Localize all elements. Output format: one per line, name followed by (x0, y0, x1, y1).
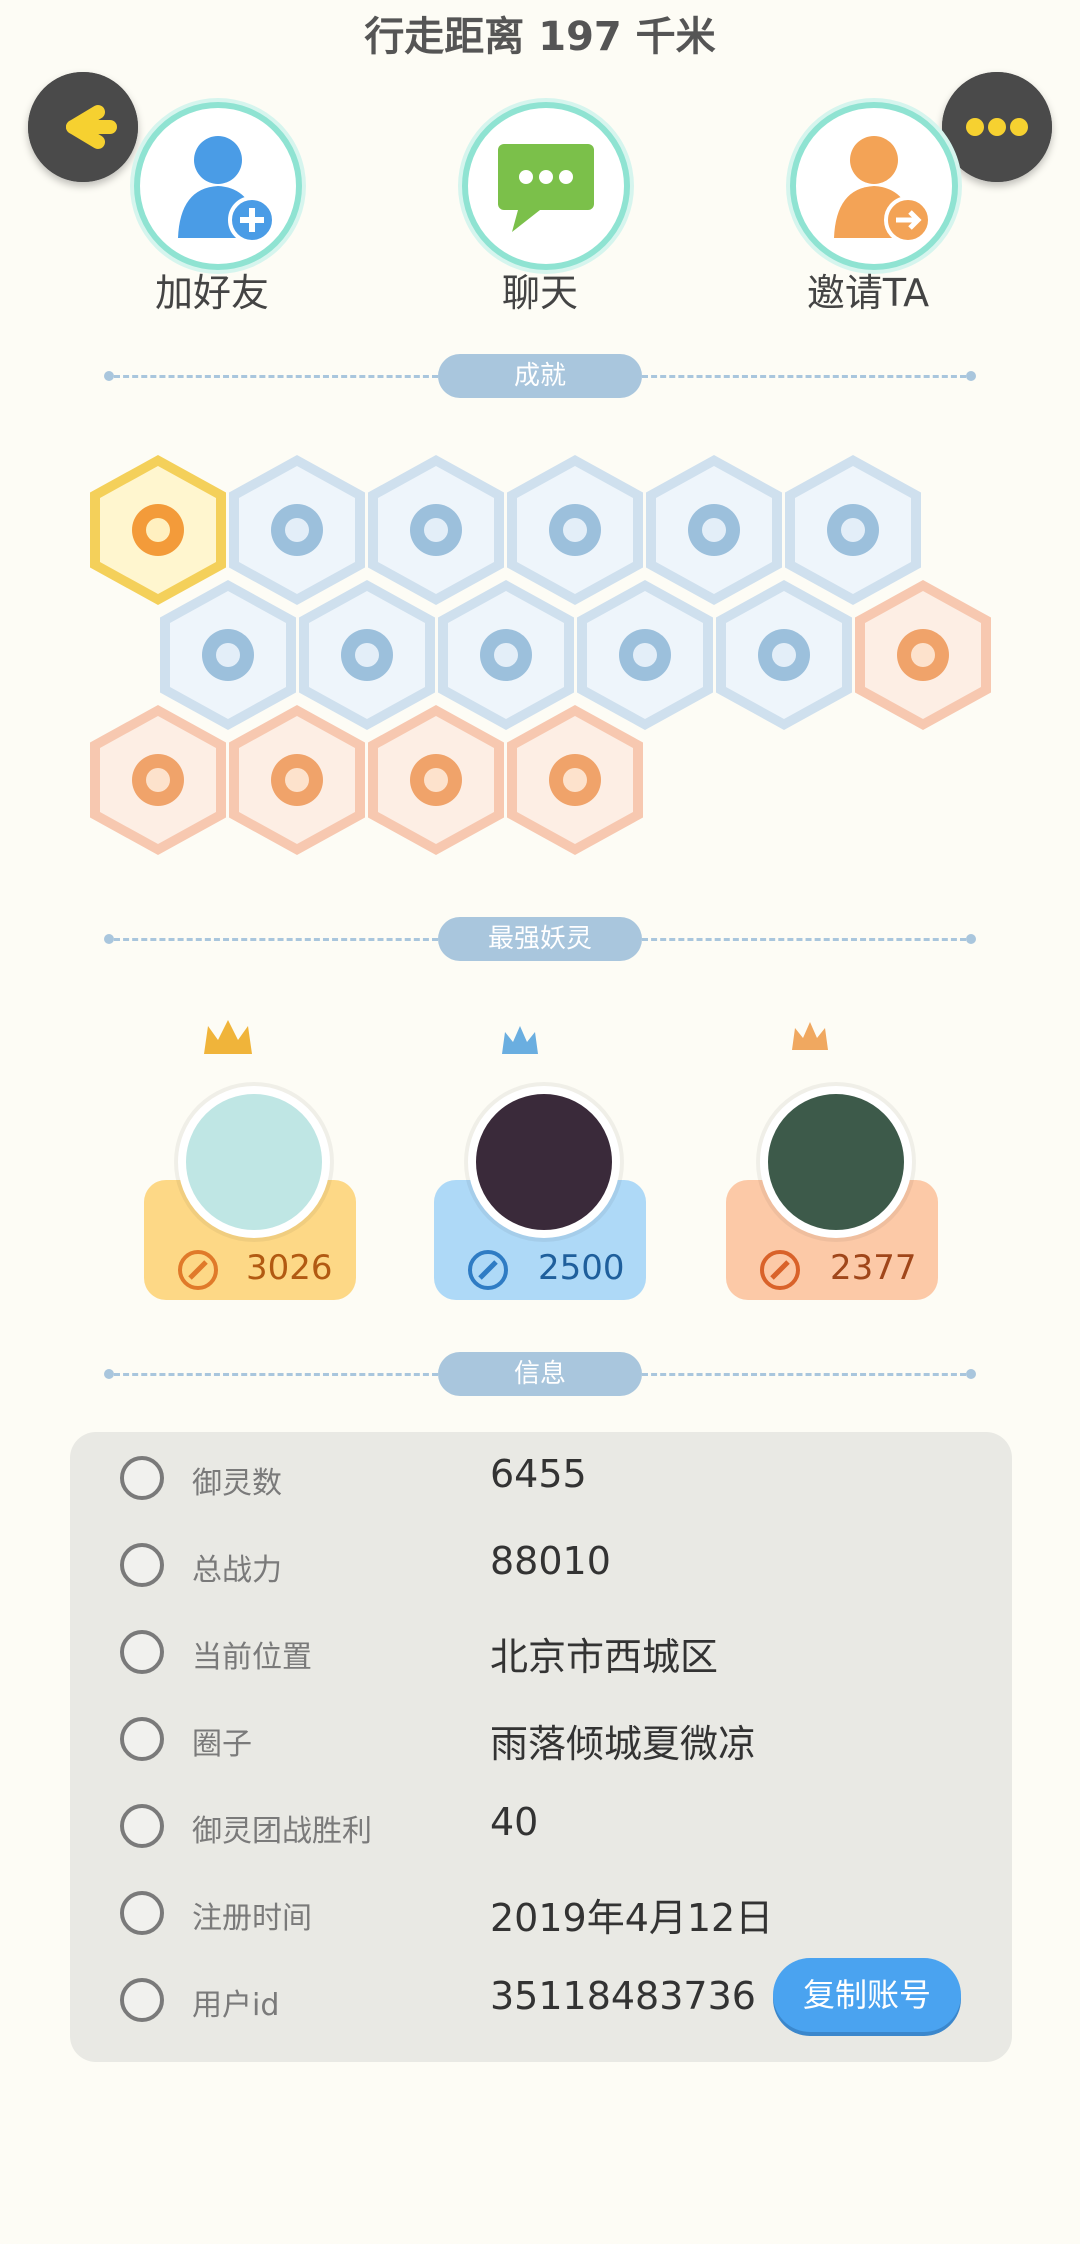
achievement-hexagon (507, 705, 643, 855)
chat-button[interactable] (462, 102, 630, 270)
spirit-power: 3026 (246, 1248, 333, 1288)
more-dots-icon (942, 72, 1052, 182)
user-id-icon (120, 1978, 164, 2022)
distance-title: 行走距离 197 千米 (364, 14, 716, 60)
info-section-title: 信息 (438, 1352, 642, 1396)
achievement-emblem-icon (758, 629, 810, 681)
invite-label: 邀请TA (806, 271, 930, 315)
back-arrow-icon (28, 72, 138, 182)
section-dot (104, 1369, 114, 1379)
power-icon (120, 1543, 164, 1587)
achievement-emblem-icon (827, 504, 879, 556)
achievement-emblem-icon (410, 754, 462, 806)
invite-button[interactable] (790, 102, 958, 270)
achievement-emblem-icon (132, 504, 184, 556)
spirit-power: 2500 (538, 1248, 625, 1288)
yuling-icon (120, 1456, 164, 1500)
copy-account-button[interactable]: 复制账号 (773, 1958, 961, 2032)
spirit-power: 2377 (830, 1248, 917, 1288)
location-icon (120, 1630, 164, 1674)
achievement-emblem-icon (619, 629, 671, 681)
info-value: 35118483736 (490, 1974, 756, 2018)
section-divider (642, 1373, 966, 1376)
crown-icon (204, 1020, 252, 1054)
section-divider (642, 938, 966, 941)
achievement-hexagon (229, 705, 365, 855)
back-button[interactable] (28, 72, 138, 182)
section-divider (642, 375, 966, 378)
add-friend-label: 加好友 (154, 271, 269, 315)
spirit-avatar[interactable] (178, 1086, 330, 1238)
achievement-badge[interactable] (368, 705, 504, 855)
section-dot (104, 934, 114, 944)
chat-icon (498, 144, 594, 232)
section-dot (966, 1369, 976, 1379)
info-label: 御灵数 (192, 1466, 282, 1501)
info-label: 圈子 (192, 1727, 252, 1762)
achievement-emblem-icon (897, 629, 949, 681)
team-battle-icon (120, 1804, 164, 1848)
achievement-hexagon (368, 705, 504, 855)
achievement-badge[interactable] (90, 705, 226, 855)
achievement-emblem-icon (410, 504, 462, 556)
info-label: 总战力 (192, 1553, 282, 1588)
section-dot (966, 371, 976, 381)
info-value: 雨落倾城夏微凉 (490, 1722, 757, 1766)
info-value: 88010 (490, 1539, 611, 1583)
info-value: 6455 (490, 1452, 587, 1496)
circle-icon (120, 1717, 164, 1761)
achievement-badge[interactable] (855, 580, 991, 730)
strongest-section-title: 最强妖灵 (438, 917, 642, 961)
clock-icon (120, 1891, 164, 1935)
section-divider (114, 375, 438, 378)
add-friend-button[interactable] (134, 102, 302, 270)
info-value: 2019年4月12日 (490, 1896, 774, 1940)
achievements-section-title: 成就 (438, 354, 642, 398)
achievement-hexagon (90, 705, 226, 855)
info-label: 注册时间 (192, 1901, 312, 1936)
power-icon (178, 1250, 218, 1290)
achievement-emblem-icon (480, 629, 532, 681)
info-label: 御灵团战胜利 (192, 1814, 372, 1849)
crown-icon (502, 1026, 538, 1054)
achievement-emblem-icon (271, 754, 323, 806)
achievement-emblem-icon (549, 504, 601, 556)
achievement-emblem-icon (271, 504, 323, 556)
power-icon (468, 1250, 508, 1290)
info-label: 用户id (192, 1988, 280, 2023)
section-divider (114, 938, 438, 941)
add-friend-icon (178, 136, 276, 244)
section-divider (114, 1373, 438, 1376)
info-label: 当前位置 (192, 1640, 312, 1675)
achievement-emblem-icon (341, 629, 393, 681)
info-value: 北京市西城区 (490, 1635, 719, 1679)
section-dot (966, 934, 976, 944)
achievement-badge[interactable] (716, 580, 852, 730)
achievement-emblem-icon (549, 754, 601, 806)
more-button[interactable] (942, 72, 1052, 182)
spirit-avatar[interactable] (468, 1086, 620, 1238)
achievement-badge[interactable] (229, 705, 365, 855)
achievement-hexagon (855, 580, 991, 730)
invite-icon (834, 136, 932, 244)
chat-label: 聊天 (501, 271, 578, 315)
achievement-emblem-icon (688, 504, 740, 556)
section-dot (104, 371, 114, 381)
power-icon (760, 1250, 800, 1290)
crown-icon (792, 1022, 828, 1050)
achievement-badge[interactable] (507, 705, 643, 855)
spirit-avatar[interactable] (760, 1086, 912, 1238)
achievement-hexagon (716, 580, 852, 730)
achievement-emblem-icon (132, 754, 184, 806)
achievement-emblem-icon (202, 629, 254, 681)
info-value: 40 (490, 1800, 539, 1844)
